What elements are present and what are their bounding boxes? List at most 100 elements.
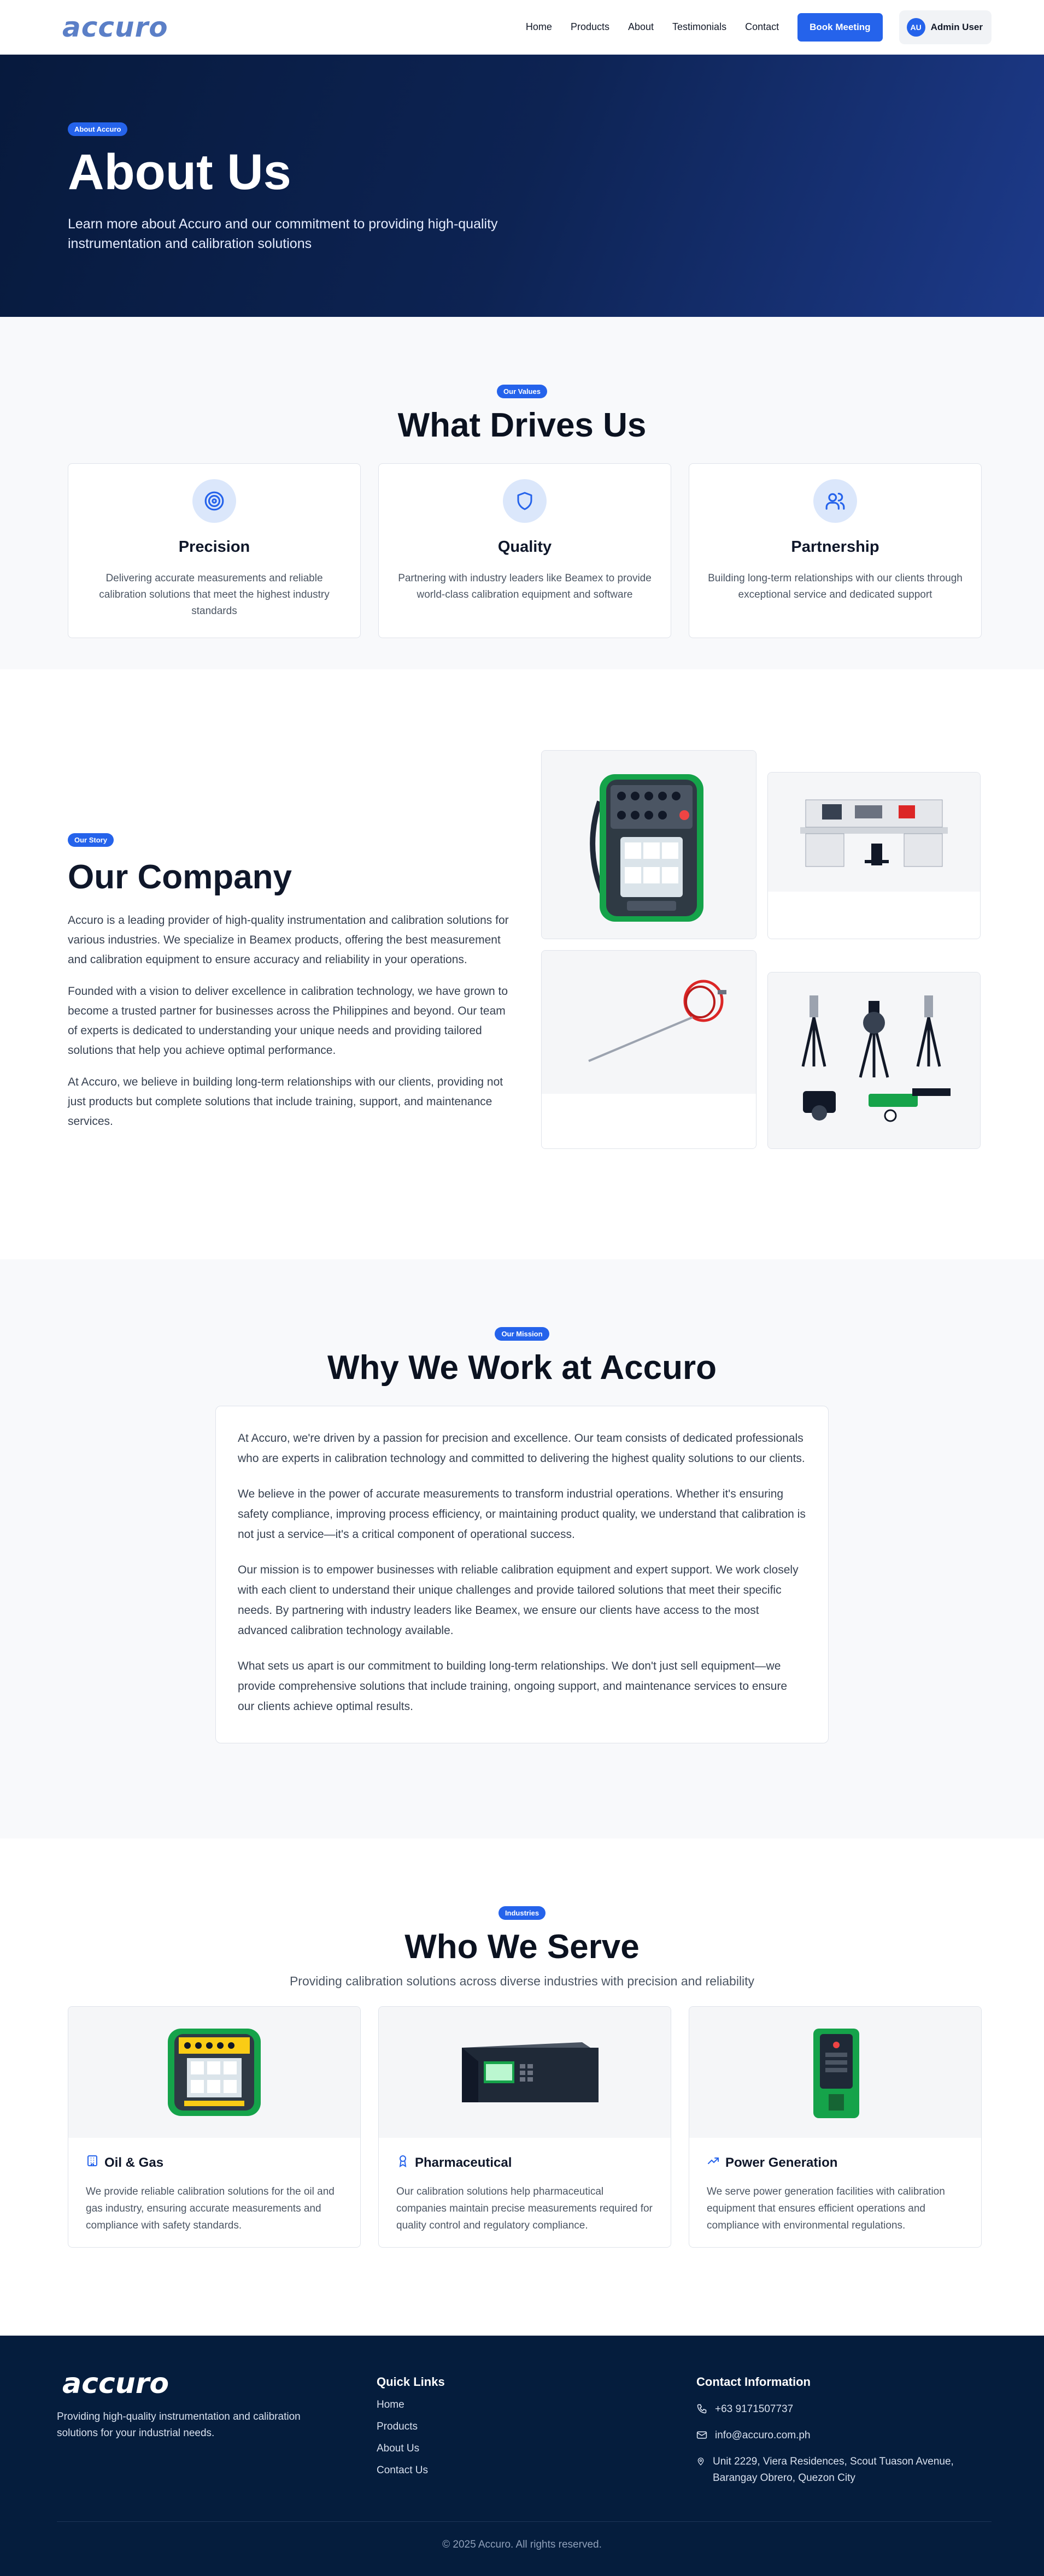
nav-link-about[interactable]: About (628, 21, 654, 33)
values-grid: Precision Delivering accurate measuremen… (0, 463, 1044, 638)
map-pin-icon (697, 2457, 704, 2466)
values-title: What Drives Us (397, 406, 647, 444)
value-card-partnership: Partnership Building long-term relations… (689, 463, 982, 638)
image-caption-area (542, 1094, 756, 1148)
value-card-precision: Precision Delivering accurate measuremen… (68, 463, 361, 638)
industries-title: Who We Serve (404, 1928, 640, 1966)
industry-card-power-generation: Power Generation We serve power generati… (689, 2006, 982, 2248)
nav-link-products[interactable]: Products (571, 21, 609, 33)
industry-text: We provide reliable calibration solution… (86, 2186, 335, 2231)
value-title: Partnership (791, 538, 879, 556)
address-text: Unit 2229, Viera Residences, Scout Tuaso… (713, 2456, 954, 2484)
mission-card: At Accuro, we're driven by a passion for… (215, 1406, 829, 1743)
value-text: Delivering accurate measurements and rel… (99, 573, 330, 617)
contact-email[interactable]: info@accuro.com.ph (696, 2427, 981, 2444)
temperature-probe-image (542, 951, 756, 1095)
contact-heading: Contact Information (696, 2375, 811, 2389)
footer-quick-links: Quick Links Home Products About Us Conta… (377, 2369, 696, 2486)
company-paragraph: At Accuro, we believe in building long-t… (68, 1076, 503, 1128)
company-paragraph: Accuro is a leading provider of high-qua… (68, 914, 509, 966)
image-caption-area (768, 892, 980, 939)
industry-text: We serve power generation facilities wit… (707, 2186, 945, 2231)
shield-icon (503, 479, 547, 523)
industry-title: Pharmaceutical (396, 2154, 653, 2171)
top-navbar: accuro Home Products About Testimonials … (0, 0, 1044, 55)
pressure-pumps-image (768, 972, 980, 1148)
footer: accuro Providing high-quality instrument… (0, 2336, 1044, 2576)
nav-right: Home Products About Testimonials Contact… (526, 10, 992, 44)
page-title: About Us (68, 144, 291, 200)
company-text: Our Story Our Company Accuro is a leadin… (68, 833, 516, 1131)
field-calibrator-image (689, 2007, 981, 2138)
industry-title-text: Oil & Gas (104, 2155, 164, 2170)
footer-link-products[interactable]: Products (377, 2421, 696, 2433)
footer-columns: accuro Providing high-quality instrument… (57, 2369, 987, 2486)
industry-body: Power Generation We serve power generati… (689, 2138, 981, 2247)
award-icon (396, 2154, 409, 2171)
nav-link-testimonials[interactable]: Testimonials (672, 21, 726, 33)
industries-subtitle: Providing calibration solutions across d… (289, 1974, 755, 1988)
nav-link-contact[interactable]: Contact (745, 21, 779, 33)
accuro-logo[interactable]: accuro (62, 14, 168, 41)
mission-header: Our Mission Why We Work at Accuro (0, 1327, 1044, 1387)
industry-card-pharmaceutical: Pharmaceutical Our calibration solutions… (378, 2006, 671, 2248)
target-icon (192, 479, 236, 523)
industry-body: Oil & Gas We provide reliable calibratio… (68, 2138, 360, 2247)
multifunction-calibrator-image (68, 2007, 360, 2138)
product-image-card (541, 950, 756, 1149)
industry-body: Pharmaceutical Our calibration solutions… (379, 2138, 671, 2247)
product-image-card (541, 750, 756, 939)
calibration-bench-image (768, 773, 980, 893)
footer-link-about[interactable]: About Us (377, 2443, 696, 2455)
mail-icon (696, 2431, 707, 2439)
book-meeting-button[interactable]: Book Meeting (797, 13, 883, 42)
mission-paragraph: At Accuro, we're driven by a passion for… (238, 1432, 805, 1465)
pressure-controller-image (379, 2007, 671, 2138)
user-name: Admin User (930, 21, 983, 32)
industries-section: Industries Who We Serve Providing calibr… (0, 1838, 1044, 2336)
hero-banner: About Accuro About Us Learn more about A… (0, 55, 1044, 317)
value-text: Building long-term relationships with ou… (708, 573, 963, 600)
company-section: Our Story Our Company Accuro is a leadin… (0, 669, 1044, 1259)
building-icon (86, 2154, 99, 2171)
mission-badge: Our Mission (495, 1327, 549, 1341)
footer-contact: Contact Information +63 9171507737 info@… (696, 2369, 981, 2486)
phone-text: +63 9171507737 (715, 2403, 794, 2415)
nav-link-home[interactable]: Home (526, 21, 552, 33)
company-badge: Our Story (68, 833, 114, 847)
mission-paragraph: We believe in the power of accurate meas… (238, 1488, 806, 1541)
industry-title: Oil & Gas (86, 2154, 343, 2171)
values-badge: Our Values (497, 385, 547, 398)
industry-card-oil-gas: Oil & Gas We provide reliable calibratio… (68, 2006, 361, 2248)
industries-badge: Industries (498, 1906, 546, 1920)
contact-address: Unit 2229, Viera Residences, Scout Tuaso… (696, 2454, 981, 2486)
contact-phone[interactable]: +63 9171507737 (696, 2401, 981, 2418)
value-title: Precision (178, 538, 250, 556)
footer-divider (57, 2521, 992, 2522)
footer-link-home[interactable]: Home (377, 2399, 696, 2411)
industries-grid: Oil & Gas We provide reliable calibratio… (0, 2006, 1044, 2248)
mission-section: Our Mission Why We Work at Accuro At Acc… (0, 1259, 1044, 1838)
value-title: Quality (497, 538, 552, 556)
product-image-card (767, 972, 981, 1149)
quick-links-heading: Quick Links (377, 2375, 445, 2389)
handheld-calibrator-image (542, 751, 756, 939)
value-text: Partnering with industry leaders like Be… (398, 573, 652, 600)
industry-text: Our calibration solutions help pharmaceu… (396, 2186, 653, 2231)
hero-badge: About Accuro (68, 122, 128, 136)
footer-logo[interactable]: accuro (57, 2369, 377, 2398)
industries-header: Industries Who We Serve Providing calibr… (0, 1906, 1044, 1989)
users-icon (813, 479, 857, 523)
hero-subtitle: Learn more about Accuro and our commitme… (68, 216, 498, 251)
mission-paragraph: Our mission is to empower businesses wit… (238, 1564, 799, 1637)
avatar: AU (906, 17, 925, 37)
user-menu[interactable]: AU Admin User (899, 10, 992, 44)
footer-link-contact[interactable]: Contact Us (377, 2465, 696, 2477)
values-section: Our Values What Drives Us Precision Deli… (0, 317, 1044, 669)
value-card-quality: Quality Partnering with industry leaders… (378, 463, 671, 638)
product-image-card (767, 772, 981, 939)
footer-brand: accuro Providing high-quality instrument… (57, 2369, 377, 2486)
phone-icon (697, 2404, 707, 2414)
industry-title-text: Power Generation (725, 2155, 838, 2170)
company-title: Our Company (68, 858, 292, 896)
